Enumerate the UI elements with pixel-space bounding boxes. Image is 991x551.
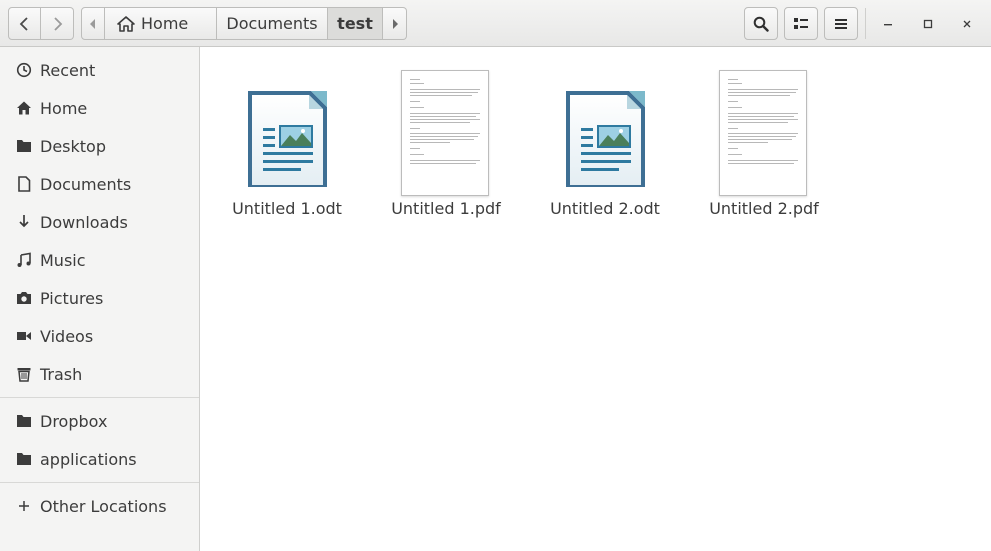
sidebar-item-trash[interactable]: Trash <box>0 357 199 391</box>
camera-icon <box>16 290 32 306</box>
sidebar-item-downloads[interactable]: Downloads <box>0 205 199 239</box>
sidebar-item-label: Home <box>40 98 88 118</box>
home-icon <box>117 15 135 32</box>
sidebar-item-label: Downloads <box>40 212 128 232</box>
folder-icon <box>16 451 32 467</box>
header-bar: Home Documents test <box>0 0 991 47</box>
minimize-button[interactable] <box>877 13 899 35</box>
caret-left-icon <box>90 18 95 29</box>
maximize-button[interactable] <box>917 13 939 35</box>
path-scroll-right-button[interactable] <box>383 7 407 40</box>
close-button[interactable] <box>956 13 978 35</box>
pdf-thumbnail-icon <box>694 57 834 196</box>
file-name: Untitled 2.pdf <box>709 199 819 218</box>
sidebar-separator <box>0 397 199 398</box>
search-icon <box>753 16 769 32</box>
folder-icon <box>16 138 32 154</box>
sidebar: Recent Home Desktop Documents Downloads <box>0 47 200 551</box>
writer-document-icon <box>248 91 327 187</box>
sidebar-item-label: Trash <box>40 364 83 384</box>
forward-button[interactable] <box>41 7 74 40</box>
file-view: Untitled 1.odt Untitled 1.pdf Untitled 2… <box>201 47 991 551</box>
music-icon <box>16 252 32 268</box>
maximize-icon <box>923 19 933 29</box>
sidebar-item-label: Pictures <box>40 288 104 308</box>
sidebar-item-documents[interactable]: Documents <box>0 167 199 201</box>
file-manager-window: Home Documents test Recent Home Desktop … <box>0 0 991 551</box>
caret-right-icon <box>392 18 398 29</box>
pdf-page-preview <box>719 70 807 196</box>
path-crumb-home-label: Home <box>141 14 189 33</box>
writer-document-icon <box>566 91 645 187</box>
file-name: Untitled 1.odt <box>232 199 342 218</box>
sidebar-item-recent[interactable]: Recent <box>0 53 199 87</box>
path-crumb-documents[interactable]: Documents <box>217 7 328 40</box>
home-icon <box>16 100 32 116</box>
sidebar-item-label: Desktop <box>40 136 106 156</box>
back-button[interactable] <box>8 7 41 40</box>
sidebar-item-label: Documents <box>40 174 132 194</box>
file-item[interactable]: Untitled 2.odt <box>535 57 675 218</box>
sidebar-item-other-locations[interactable]: Other Locations <box>0 489 199 523</box>
file-name: Untitled 1.pdf <box>391 199 501 218</box>
sidebar-item-home[interactable]: Home <box>0 91 199 125</box>
list-view-icon <box>794 17 808 29</box>
sidebar-item-label: Music <box>40 250 86 270</box>
chevron-left-icon <box>19 16 28 31</box>
header-separator <box>865 8 866 39</box>
sidebar-item-desktop[interactable]: Desktop <box>0 129 199 163</box>
chevron-right-icon <box>54 16 63 31</box>
trash-icon <box>16 366 32 382</box>
menu-button[interactable] <box>824 7 858 40</box>
path-crumb-documents-label: Documents <box>226 14 318 33</box>
document-icon <box>16 176 32 192</box>
pdf-page-preview <box>401 70 489 196</box>
close-icon <box>963 20 971 28</box>
sidebar-item-label: Dropbox <box>40 411 108 431</box>
path-bar: Home Documents test <box>81 7 407 40</box>
sidebar-item-label: Other Locations <box>40 496 167 516</box>
sidebar-item-dropbox[interactable]: Dropbox <box>0 404 199 438</box>
sidebar-separator <box>0 482 199 483</box>
folder-icon <box>16 413 32 429</box>
download-icon <box>16 214 32 230</box>
path-crumb-home[interactable]: Home <box>105 7 217 40</box>
hamburger-menu-icon <box>835 18 847 29</box>
path-crumb-test-label: test <box>337 14 373 33</box>
clock-icon <box>16 62 32 78</box>
file-name: Untitled 2.odt <box>550 199 660 218</box>
plus-icon <box>16 498 32 514</box>
sidebar-item-music[interactable]: Music <box>0 243 199 277</box>
file-item[interactable]: Untitled 2.pdf <box>694 57 834 218</box>
file-item[interactable]: Untitled 1.odt <box>217 57 357 218</box>
pdf-thumbnail-icon <box>376 57 516 196</box>
path-scroll-left-button[interactable] <box>81 7 105 40</box>
sidebar-item-label: Recent <box>40 60 96 80</box>
sidebar-item-videos[interactable]: Videos <box>0 319 199 353</box>
sidebar-item-applications[interactable]: applications <box>0 442 199 476</box>
sidebar-item-label: Videos <box>40 326 94 346</box>
minimize-icon <box>884 24 892 26</box>
search-button[interactable] <box>744 7 778 40</box>
video-icon <box>16 328 32 344</box>
sidebar-item-label: applications <box>40 449 137 469</box>
navigation-buttons <box>8 7 74 40</box>
sidebar-item-pictures[interactable]: Pictures <box>0 281 199 315</box>
path-crumb-test[interactable]: test <box>328 7 383 40</box>
view-toggle-button[interactable] <box>784 7 818 40</box>
file-item[interactable]: Untitled 1.pdf <box>376 57 516 218</box>
